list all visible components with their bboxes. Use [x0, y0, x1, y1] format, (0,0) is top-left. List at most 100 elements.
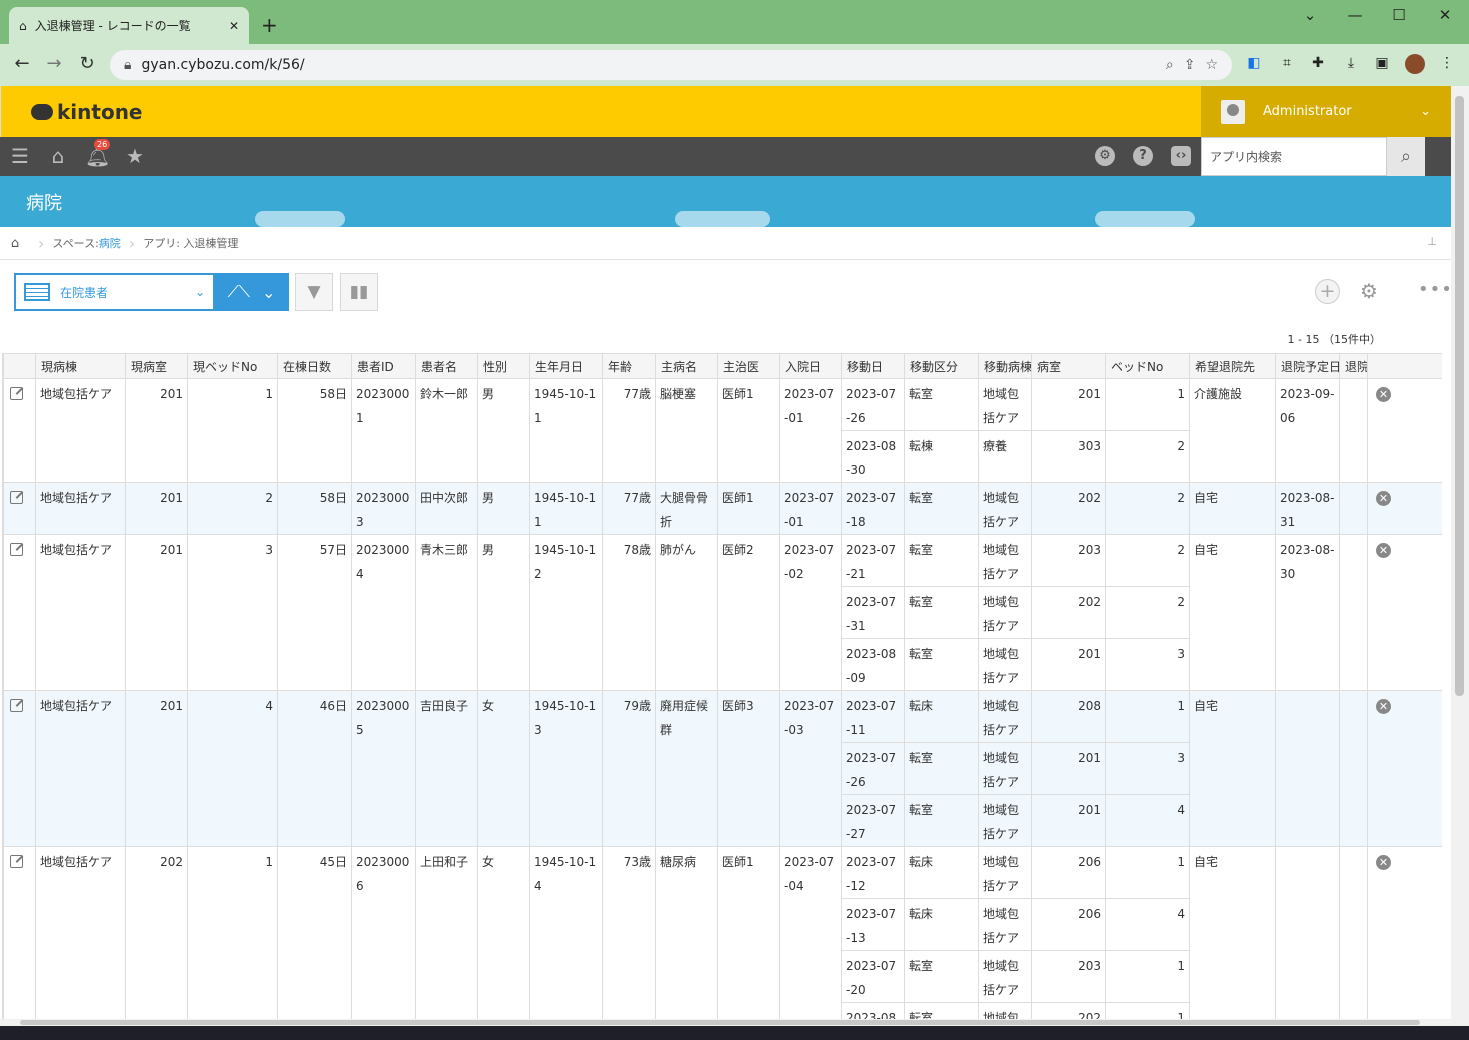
- column-header[interactable]: 退院先: [1339, 353, 1368, 379]
- edit-cell: [3, 378, 36, 483]
- column-header[interactable]: 患者ID: [351, 353, 416, 379]
- delete-record-icon[interactable]: ✕: [1376, 855, 1391, 870]
- search-icon[interactable]: ⌕: [1387, 137, 1425, 176]
- breadcrumb-space-link[interactable]: 病院: [99, 235, 121, 251]
- zoom-icon[interactable]: ⌕: [1166, 57, 1174, 73]
- scrollbar-thumb[interactable]: [1455, 96, 1464, 696]
- app-settings-gear-icon[interactable]: ⚙: [1360, 279, 1378, 303]
- pin-icon[interactable]: ⊥: [1427, 235, 1437, 248]
- code-icon[interactable]: ‹›: [1171, 146, 1191, 166]
- field-move-room: 202: [1031, 586, 1106, 639]
- bookmark-star-icon[interactable]: ☆: [1205, 57, 1218, 73]
- column-header[interactable]: 退院予定日: [1275, 353, 1340, 379]
- delete-record-icon[interactable]: ✕: [1376, 387, 1391, 402]
- lock-icon[interactable]: 🔒︎: [124, 57, 131, 73]
- column-header[interactable]: 移動日: [841, 353, 905, 379]
- browser-menu-icon[interactable]: ⋮: [1436, 55, 1458, 71]
- field-move-type: 転室: [904, 742, 979, 795]
- field-move-type: 転室: [904, 638, 979, 691]
- extensions-puzzle-icon[interactable]: ✚: [1307, 55, 1329, 71]
- graph-button[interactable]: ▮▮: [340, 273, 378, 311]
- maximize-button[interactable]: ☐: [1384, 6, 1414, 24]
- filter-funnel-icon: ▼: [307, 282, 321, 302]
- field-move-room: 201: [1031, 638, 1106, 691]
- field-move-ward: 地域包括ケア: [978, 690, 1032, 743]
- home-icon[interactable]: ⌂: [46, 144, 70, 168]
- scrollbar-thumb[interactable]: [20, 1020, 1420, 1025]
- minimize-button[interactable]: —: [1340, 6, 1370, 24]
- column-header[interactable]: 入院日: [779, 353, 842, 379]
- download-icon[interactable]: ⤓: [1340, 55, 1362, 71]
- column-header[interactable]: 年齢: [602, 353, 656, 379]
- field-move-date: 2023-07-27: [841, 794, 905, 847]
- favorites-star-icon[interactable]: ★: [123, 144, 147, 168]
- browser-tab[interactable]: ⌂ 入退棟管理 - レコードの一覧 ✕: [9, 7, 249, 44]
- field-move-date: 2023-07-26: [841, 378, 905, 431]
- tab-search-chevron-icon[interactable]: ⌄: [1295, 6, 1325, 24]
- field-move-bed: 1: [1105, 690, 1190, 743]
- column-header[interactable]: 主治医: [717, 353, 780, 379]
- field-sex: 女: [477, 690, 530, 847]
- share-icon[interactable]: ⇪: [1184, 57, 1196, 73]
- field-birth-date: 1945-10-11: [529, 482, 603, 535]
- kintone-logo[interactable]: kintone: [31, 100, 143, 124]
- devtools-extension-icon[interactable]: ⌗: [1276, 55, 1298, 71]
- field-age: 77歳: [602, 378, 656, 483]
- address-bar[interactable]: 🔒︎ gyan.cybozu.com/k/56/ ⌕ ⇪ ☆: [110, 50, 1232, 80]
- column-header[interactable]: 移動区分: [904, 353, 979, 379]
- column-header[interactable]: 性別: [477, 353, 530, 379]
- os-taskbar: [0, 1026, 1469, 1040]
- url-text[interactable]: gyan.cybozu.com/k/56/: [141, 57, 1155, 73]
- column-header[interactable]: 希望退院先: [1189, 353, 1276, 379]
- view-selector[interactable]: 在院患者 ⌄: [14, 273, 215, 311]
- vertical-scrollbar[interactable]: [1451, 86, 1469, 1026]
- column-header[interactable]: 病室: [1031, 353, 1106, 379]
- edit-record-icon[interactable]: [10, 543, 23, 556]
- column-header[interactable]: 現病室: [125, 353, 188, 379]
- delete-record-icon[interactable]: ✕: [1376, 491, 1391, 506]
- delete-record-icon[interactable]: ✕: [1376, 543, 1391, 558]
- translate-extension-icon[interactable]: ◧: [1243, 55, 1265, 71]
- column-header[interactable]: 現病棟: [35, 353, 126, 379]
- add-record-button[interactable]: +: [1315, 279, 1340, 304]
- new-tab-button[interactable]: +: [261, 13, 278, 37]
- edit-record-icon[interactable]: [10, 855, 23, 868]
- field-discharge-destination: [1339, 846, 1368, 1019]
- settings-gear-icon[interactable]: ⚙: [1095, 146, 1115, 166]
- filter-button[interactable]: ▼: [295, 273, 333, 311]
- menu-icon[interactable]: ☰: [8, 144, 32, 168]
- column-header[interactable]: 主病名: [655, 353, 718, 379]
- horizontal-scrollbar[interactable]: [0, 1019, 1451, 1026]
- field-desired-discharge: 介護施設: [1189, 378, 1276, 483]
- field-room: 201: [125, 482, 188, 535]
- delete-record-icon[interactable]: ✕: [1376, 699, 1391, 714]
- column-header[interactable]: ベッドNo: [1105, 353, 1190, 379]
- close-window-button[interactable]: ✕: [1430, 6, 1460, 24]
- column-header[interactable]: 現ベッドNo: [187, 353, 278, 379]
- column-header[interactable]: 在棟日数: [277, 353, 352, 379]
- field-discharge-destination: [1339, 378, 1368, 483]
- tab-close-icon[interactable]: ✕: [229, 19, 239, 33]
- profile-avatar[interactable]: [1405, 54, 1425, 74]
- banner-cloud-decoration: [675, 211, 770, 227]
- reload-icon[interactable]: ↻: [75, 53, 99, 74]
- graph-selector-button[interactable]: ⟋⟍ ⌄: [214, 273, 289, 311]
- app-search-input[interactable]: アプリ内検索: [1201, 137, 1387, 176]
- column-header[interactable]: 生年月日: [529, 353, 603, 379]
- field-move-ward: 地域包括ケア: [978, 378, 1032, 431]
- column-header[interactable]: 移動病棟: [978, 353, 1032, 379]
- column-header[interactable]: 患者名: [415, 353, 478, 379]
- breadcrumb-home-icon[interactable]: ⌂: [0, 236, 30, 251]
- edit-record-icon[interactable]: [10, 491, 23, 504]
- field-diagnosis: 肺がん: [655, 534, 718, 691]
- user-menu[interactable]: Administrator ⌄: [1201, 86, 1451, 137]
- back-arrow-icon[interactable]: ←: [10, 53, 34, 74]
- edit-record-icon[interactable]: [10, 387, 23, 400]
- forward-arrow-icon[interactable]: →: [42, 53, 66, 74]
- help-icon[interactable]: ?: [1133, 146, 1153, 166]
- field-move-type: 転室: [904, 1002, 979, 1019]
- more-options-icon[interactable]: •••: [1418, 279, 1453, 300]
- edit-record-icon[interactable]: [10, 699, 23, 712]
- field-birth-date: 1945-10-12: [529, 534, 603, 691]
- side-panel-icon[interactable]: ▣: [1371, 55, 1393, 71]
